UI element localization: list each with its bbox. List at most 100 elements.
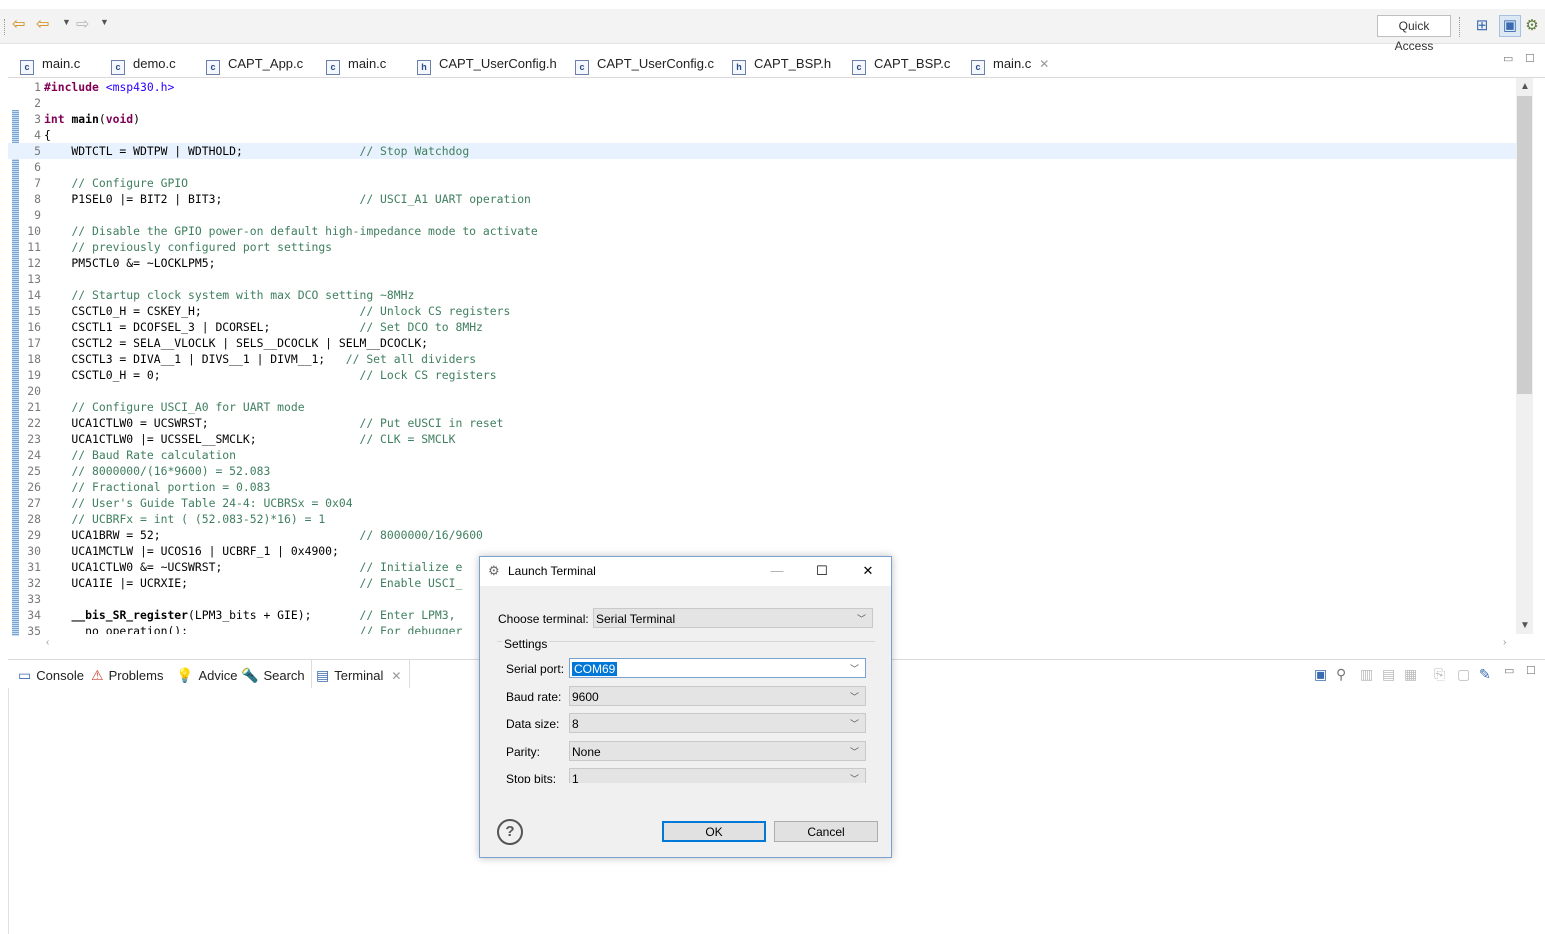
- code-line[interactable]: 2: [8, 95, 1516, 111]
- code-line[interactable]: 3 int main(void): [8, 111, 1516, 127]
- code-line[interactable]: 25 // 8000000/(16*9600) = 52.083: [8, 463, 1516, 479]
- editor-scroll-thumb[interactable]: [1517, 96, 1532, 394]
- stop-bits-label: Stop bits:: [506, 772, 557, 783]
- editor-tab[interactable]: c CAPT_BSP.c: [852, 50, 950, 77]
- code-line[interactable]: 28 // UCBRFx = int ( (52.083-52)*16) = 1: [8, 511, 1516, 527]
- parity-label: Parity:: [506, 745, 541, 759]
- cancel-button[interactable]: Cancel: [774, 821, 878, 842]
- ok-button[interactable]: OK: [662, 821, 766, 842]
- connect-icon[interactable]: ⚲: [1336, 666, 1346, 683]
- maximize-editor-icon[interactable]: ☐: [1525, 52, 1535, 65]
- maximize-icon[interactable]: ☐: [811, 561, 833, 581]
- editor-tab[interactable]: h CAPT_UserConfig.h: [417, 50, 557, 77]
- tab-problems[interactable]: ⚠ Problems: [91, 660, 163, 688]
- editor-tab[interactable]: c main.c: [326, 50, 386, 77]
- code-line[interactable]: 20: [8, 383, 1516, 399]
- close-tab-icon[interactable]: ✕: [391, 669, 401, 683]
- editor-tab[interactable]: c CAPT_App.c: [206, 50, 303, 77]
- code-line[interactable]: 16 CSCTL1 = DCOFSEL_3 | DCORSEL; // Set …: [8, 319, 1516, 335]
- code-line[interactable]: 11 // previously configured port setting…: [8, 239, 1516, 255]
- toolbar-grip[interactable]: [4, 19, 8, 35]
- code-line[interactable]: 23 UCA1CTLW0 |= UCSSEL__SMCLK; // CLK = …: [8, 431, 1516, 447]
- chevron-down-icon: ﹀: [856, 614, 866, 624]
- code-line[interactable]: 7 // Configure GPIO: [8, 175, 1516, 191]
- code-line[interactable]: 13: [8, 271, 1516, 287]
- forward-dropdown-icon[interactable]: ▼: [100, 17, 109, 27]
- close-icon[interactable]: ✕: [857, 561, 879, 581]
- tab-label: main.c: [993, 56, 1032, 71]
- code-line[interactable]: 18 CSCTL3 = DIVA__1 | DIVS__1 | DIVM__1;…: [8, 351, 1516, 367]
- edit-perspective-icon[interactable]: ▣: [1499, 15, 1521, 37]
- code-text: WDTCTL = WDTPW | WDTHOLD; // Stop Watchd…: [44, 144, 470, 158]
- paste-icon[interactable]: ▢: [1457, 666, 1470, 683]
- back-dropdown-icon[interactable]: ▼: [62, 17, 71, 27]
- code-line[interactable]: 26 // Fractional portion = 0.083: [8, 479, 1516, 495]
- code-line[interactable]: 27 // User's Guide Table 24-4: UCBRSx = …: [8, 495, 1516, 511]
- tab-search[interactable]: 🔦 Search: [241, 660, 305, 688]
- settings-scroll-clip: Stop bits: 1 ﹀: [500, 765, 876, 783]
- forward-icon[interactable]: ⇨: [76, 16, 89, 34]
- code-line[interactable]: 21 // Configure USCI_A0 for UART mode: [8, 399, 1516, 415]
- choose-terminal-select[interactable]: Serial Terminal ﹀: [593, 608, 873, 628]
- dialog-titlebar[interactable]: ⚙ Launch Terminal — ☐ ✕: [480, 557, 891, 586]
- code-line[interactable]: 9: [8, 207, 1516, 223]
- editor-tab-active[interactable]: c main.c ✕: [971, 50, 1050, 77]
- code-line[interactable]: 8 P1SEL0 |= BIT2 | BIT3; // USCI_A1 UART…: [8, 191, 1516, 207]
- open-perspective-icon[interactable]: ⊞: [1472, 16, 1492, 36]
- line-number: 5: [34, 144, 41, 158]
- baud-rate-select[interactable]: 9600 ﹀: [569, 686, 866, 706]
- maximize-view-icon[interactable]: ☐: [1526, 664, 1536, 677]
- help-icon[interactable]: ?: [497, 819, 523, 845]
- code-text: CSCTL3 = DIVA__1 | DIVS__1 | DIVM__1; //…: [44, 352, 477, 366]
- minimize-icon[interactable]: —: [766, 561, 788, 581]
- toggle-command-input-icon[interactable]: ▤: [1382, 666, 1395, 683]
- editor-tab[interactable]: h CAPT_BSP.h: [732, 50, 831, 77]
- code-line[interactable]: 22 UCA1CTLW0 = UCSWRST; // Put eUSCI in …: [8, 415, 1516, 431]
- parity-select[interactable]: None ﹀: [569, 741, 866, 761]
- data-size-select[interactable]: 8 ﹀: [569, 713, 866, 733]
- code-text: UCA1IE |= UCRXIE; // Enable USCI_: [44, 576, 463, 590]
- debug-perspective-icon[interactable]: ⚙: [1522, 16, 1542, 36]
- line-number: 3: [34, 112, 41, 126]
- scroll-right-icon[interactable]: ›: [1503, 637, 1506, 648]
- code-line[interactable]: 29 UCA1BRW = 52; // 8000000/16/9600: [8, 527, 1516, 543]
- disconnect-icon[interactable]: ▥: [1360, 666, 1373, 683]
- close-tab-icon[interactable]: ✕: [1039, 57, 1049, 71]
- tab-label: main.c: [348, 56, 387, 71]
- minimize-editor-icon[interactable]: ▭: [1503, 52, 1513, 65]
- code-line[interactable]: 15 CSCTL0_H = CSKEY_H; // Unlock CS regi…: [8, 303, 1516, 319]
- tab-advice[interactable]: 💡 Advice: [176, 660, 237, 688]
- code-line[interactable]: 14 // Startup clock system with max DCO …: [8, 287, 1516, 303]
- tab-console[interactable]: ▭ Console: [18, 660, 84, 688]
- code-line[interactable]: 6: [8, 159, 1516, 175]
- code-line[interactable]: 12 PM5CTL0 &= ~LOCKLPM5;: [8, 255, 1516, 271]
- code-line[interactable]: 5 WDTCTL = WDTPW | WDTHOLD; // Stop Watc…: [8, 143, 1516, 159]
- editor-tab[interactable]: c CAPT_UserConfig.c: [575, 50, 714, 77]
- code-line[interactable]: 1 #include <msp430.h>: [8, 79, 1516, 95]
- editor-tab[interactable]: c main.c: [20, 50, 80, 77]
- minimize-view-icon[interactable]: ▭: [1504, 664, 1514, 677]
- copy-icon[interactable]: ⎘: [1434, 666, 1445, 683]
- tab-terminal[interactable]: ▤ Terminal ✕: [311, 660, 411, 688]
- baud-rate-value: 9600: [572, 690, 599, 704]
- code-line[interactable]: 10 // Disable the GPIO power-on default …: [8, 223, 1516, 239]
- open-terminal-icon[interactable]: ▣: [1314, 666, 1327, 683]
- scroll-down-icon[interactable]: ▼: [1520, 620, 1530, 631]
- scroll-up-icon[interactable]: ▲: [1520, 81, 1530, 92]
- code-line[interactable]: 4{: [8, 127, 1516, 143]
- editor-tab[interactable]: c demo.c: [111, 50, 176, 77]
- code-line[interactable]: 19 CSCTL0_H = 0; // Lock CS registers: [8, 367, 1516, 383]
- code-line[interactable]: 24 // Baud Rate calculation: [8, 447, 1516, 463]
- scroll-lock-icon[interactable]: ▦: [1404, 666, 1417, 683]
- stop-bits-select[interactable]: 1 ﹀: [569, 768, 866, 783]
- clear-terminal-icon[interactable]: ✎: [1479, 666, 1491, 683]
- line-number: 27: [27, 496, 41, 510]
- back-history-icon[interactable]: ⇦: [12, 16, 25, 34]
- back-icon[interactable]: ⇦: [36, 16, 49, 34]
- quick-access-field[interactable]: Quick Access: [1377, 15, 1451, 53]
- panel-left-border: [8, 688, 9, 934]
- scroll-left-icon[interactable]: ‹: [46, 637, 49, 648]
- serial-port-select[interactable]: COM69 ﹀: [569, 658, 866, 678]
- tab-label: CAPT_BSP.c: [874, 56, 951, 71]
- code-line[interactable]: 17 CSCTL2 = SELA__VLOCLK | SELS__DCOCLK …: [8, 335, 1516, 351]
